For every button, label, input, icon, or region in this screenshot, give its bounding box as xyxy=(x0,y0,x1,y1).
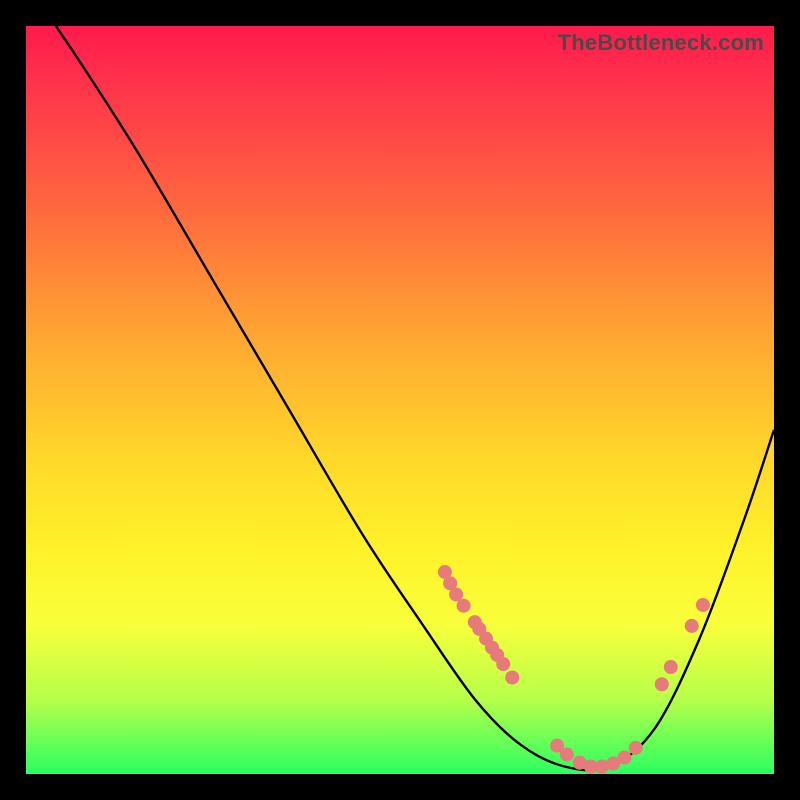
series-group xyxy=(56,26,774,774)
chart-frame: TheBottleneck.com xyxy=(26,26,774,774)
curve-marker xyxy=(505,671,519,685)
curve-marker xyxy=(655,677,669,691)
curve-marker xyxy=(696,598,710,612)
curve-marker xyxy=(496,657,510,671)
watermark-text: TheBottleneck.com xyxy=(558,30,764,56)
curve-marker xyxy=(629,741,643,755)
bottleneck-curve xyxy=(56,26,774,770)
chart-svg xyxy=(26,26,774,774)
curve-marker xyxy=(617,751,631,765)
curve-marker xyxy=(457,599,471,613)
curve-marker xyxy=(664,660,678,674)
curve-marker xyxy=(560,748,574,762)
curve-marker xyxy=(685,619,699,633)
curve-markers xyxy=(438,565,710,773)
